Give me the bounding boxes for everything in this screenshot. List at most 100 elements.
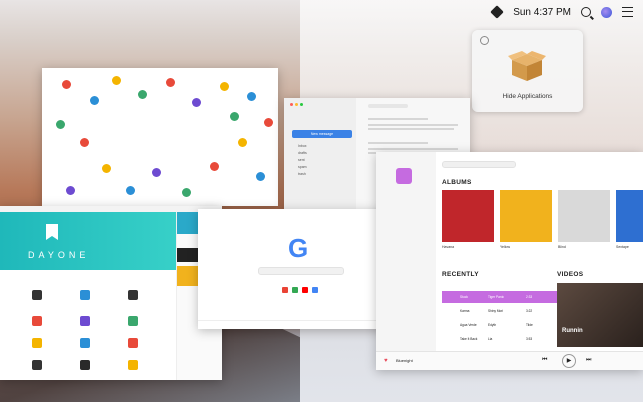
album-title: Sextape bbox=[616, 245, 629, 249]
confetti-figure bbox=[80, 138, 89, 147]
mail-folder-item[interactable]: drafts bbox=[298, 151, 307, 155]
album-title: Yellow bbox=[500, 245, 510, 249]
notification-list-icon[interactable] bbox=[622, 7, 633, 17]
google-logo: G bbox=[288, 233, 309, 263]
app-list-row[interactable] bbox=[0, 316, 176, 328]
confetti-figure bbox=[238, 138, 247, 147]
album-title: Havana bbox=[442, 245, 455, 249]
confetti-figure bbox=[220, 82, 229, 91]
mail-search-field[interactable] bbox=[368, 104, 408, 108]
recent-track-row[interactable]: Take It Back Lia 3:53 bbox=[442, 333, 564, 345]
album-cover[interactable] bbox=[616, 190, 643, 242]
track-time: 3:22 bbox=[526, 309, 533, 313]
app-icon bbox=[32, 338, 42, 348]
music-nav-selected[interactable] bbox=[396, 168, 412, 184]
app-icon bbox=[32, 316, 42, 326]
app-icon bbox=[128, 316, 138, 326]
google-search-input[interactable] bbox=[258, 267, 344, 275]
videos-heading: VIDEOS bbox=[557, 271, 584, 278]
video-thumbnail[interactable]: Runnin bbox=[557, 283, 643, 347]
confetti-figure bbox=[182, 188, 191, 197]
chrome-new-tab-window[interactable]: G bbox=[198, 209, 402, 329]
confetti-figure bbox=[138, 90, 147, 99]
recent-track-row[interactable]: Agua Verde Edyth Tilde bbox=[442, 319, 564, 331]
confetti-figure bbox=[166, 78, 175, 87]
player-bar: ♥ Bluenight ⏮ ▶ ⏭ bbox=[376, 351, 643, 370]
zoom-dot[interactable] bbox=[300, 103, 303, 106]
dayone-banner[interactable]: DAYONE bbox=[0, 212, 176, 270]
confetti-figure bbox=[62, 80, 71, 89]
albums-heading: ALBUMS bbox=[442, 179, 472, 186]
heart-icon[interactable]: ♥ bbox=[384, 358, 388, 364]
translate-shortcut-icon[interactable] bbox=[312, 287, 318, 293]
app-list-row[interactable] bbox=[0, 338, 176, 350]
track-title: Karma bbox=[460, 309, 470, 313]
app-list-row[interactable] bbox=[0, 360, 176, 372]
confetti-figure bbox=[192, 98, 201, 107]
next-icon[interactable]: ⏭ bbox=[586, 357, 591, 364]
previous-icon[interactable]: ⏮ bbox=[542, 357, 547, 364]
music-search-input[interactable] bbox=[442, 161, 516, 168]
youtube-shortcut-icon[interactable] bbox=[302, 287, 308, 293]
minimize-dot[interactable] bbox=[295, 103, 298, 106]
gear-icon[interactable] bbox=[480, 36, 489, 45]
video-title: Runnin bbox=[562, 328, 583, 334]
recently-heading: RECENTLY bbox=[442, 271, 479, 278]
album-cover[interactable] bbox=[558, 190, 610, 242]
mail-preview-line bbox=[368, 118, 428, 120]
app-icon bbox=[32, 290, 42, 300]
recent-track-row[interactable]: Karma Shiny Mori 3:22 bbox=[442, 305, 564, 317]
confetti-figure bbox=[102, 164, 111, 173]
confetti-figure bbox=[126, 186, 135, 195]
app-store-window[interactable]: DAYONE bbox=[0, 206, 222, 380]
music-app-window[interactable]: ALBUMS Havana Yellow Blind Sextape RECEN… bbox=[376, 152, 643, 370]
confetti-figure bbox=[90, 96, 99, 105]
new-message-button[interactable]: New message bbox=[292, 130, 352, 138]
bookmark-icon bbox=[46, 224, 58, 240]
menu-bar: Sun 4:37 PM bbox=[0, 0, 643, 24]
siri-icon[interactable] bbox=[601, 6, 612, 18]
track-artist: Shiny Mori bbox=[488, 309, 504, 313]
recent-track-row[interactable]: Stuck Tiger Panic 2:33 bbox=[442, 291, 564, 303]
hide-applications-label[interactable]: Hide Applications bbox=[472, 93, 583, 100]
track-title: Agua Verde bbox=[460, 323, 477, 327]
confetti-figure bbox=[247, 92, 256, 101]
gmail-shortcut-icon[interactable] bbox=[282, 287, 288, 293]
hide-apps-box-icon[interactable] bbox=[490, 5, 504, 19]
track-title: Stuck bbox=[460, 295, 468, 299]
track-time: 2:33 bbox=[526, 295, 533, 299]
confetti-figure bbox=[256, 172, 265, 181]
confetti-app-window[interactable] bbox=[42, 68, 278, 206]
close-dot[interactable] bbox=[290, 103, 293, 106]
app-list-row[interactable] bbox=[0, 290, 176, 302]
hide-applications-popover: Hide Applications bbox=[472, 30, 583, 112]
track-artist: Tiger Panic bbox=[488, 295, 505, 299]
confetti-figure bbox=[210, 162, 219, 171]
track-artist: Lia bbox=[488, 337, 493, 341]
app-icon bbox=[128, 338, 138, 348]
play-icon[interactable]: ▶ bbox=[562, 354, 576, 368]
maps-shortcut-icon[interactable] bbox=[292, 287, 298, 293]
app-icon bbox=[80, 316, 90, 326]
cardboard-box-icon[interactable] bbox=[508, 50, 546, 82]
menu-bar-clock[interactable]: Sun 4:37 PM bbox=[513, 7, 571, 18]
confetti-figure bbox=[56, 120, 65, 129]
confetti-figure bbox=[230, 112, 239, 121]
search-icon[interactable] bbox=[581, 7, 591, 17]
mail-folder-item[interactable]: trash bbox=[298, 172, 306, 176]
mail-preview-line bbox=[368, 128, 454, 130]
app-icon bbox=[80, 290, 90, 300]
track-artist: Edyth bbox=[488, 323, 497, 327]
dayone-brand: DAYONE bbox=[28, 250, 90, 260]
album-cover[interactable] bbox=[442, 190, 494, 242]
mail-folder-item[interactable]: spam bbox=[298, 165, 307, 169]
mail-folder-item[interactable]: Inbox bbox=[298, 144, 307, 148]
album-cover[interactable] bbox=[500, 190, 552, 242]
app-icon bbox=[32, 360, 42, 370]
confetti-figure bbox=[152, 168, 161, 177]
track-time: 3:53 bbox=[526, 337, 533, 341]
album-title: Blind bbox=[558, 245, 566, 249]
track-title: Take It Back bbox=[460, 337, 478, 341]
app-icon bbox=[128, 360, 138, 370]
mail-folder-item[interactable]: sent bbox=[298, 158, 305, 162]
